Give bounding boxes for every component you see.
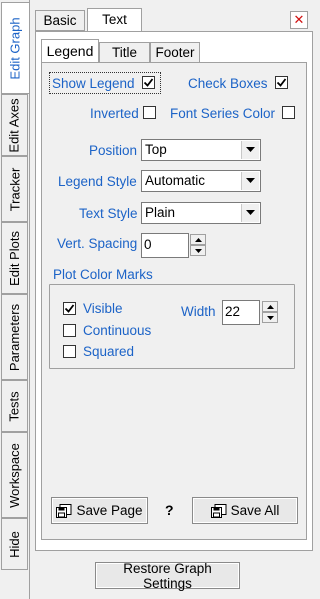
text-style-select[interactable]: Plain xyxy=(141,202,261,224)
tab-label: Hide xyxy=(7,530,22,558)
tab-edit-axes[interactable]: Edit Axes xyxy=(1,94,28,156)
squared-label: Squared xyxy=(83,344,135,359)
spin-down-icon[interactable] xyxy=(262,312,278,323)
tab-text-label: Text xyxy=(102,12,127,27)
tab-parameters[interactable]: Parameters xyxy=(1,294,28,380)
subtab-title[interactable]: Title xyxy=(99,42,150,63)
squared-checkbox[interactable] xyxy=(63,345,76,358)
save-page-button[interactable]: Save Page xyxy=(51,497,148,524)
tab-edit-graph[interactable]: Edit Graph xyxy=(1,2,30,94)
tab-edit-plots[interactable]: Edit Plots xyxy=(1,222,28,294)
tab-workspace[interactable]: Workspace xyxy=(1,432,28,518)
show-legend-checkbox[interactable] xyxy=(142,76,155,89)
continuous-checkbox[interactable] xyxy=(63,324,76,337)
close-icon[interactable]: ✕ xyxy=(290,11,308,29)
chevron-down-icon[interactable] xyxy=(241,172,259,190)
text-style-value: Plain xyxy=(145,205,176,220)
save-page-label: Save Page xyxy=(76,503,143,518)
subtab-legend[interactable]: Legend xyxy=(41,39,99,63)
font-series-color-label: Font Series Color xyxy=(170,106,276,121)
legend-style-value: Automatic xyxy=(145,173,206,188)
check-icon xyxy=(143,78,154,87)
position-label: Position xyxy=(89,143,138,158)
tab-label: Edit Graph xyxy=(8,16,23,80)
visible-label: Visible xyxy=(83,301,123,316)
position-value: Top xyxy=(145,142,167,157)
tab-hide[interactable]: Hide xyxy=(1,518,28,570)
width-spinner[interactable] xyxy=(262,301,278,323)
tab-label: Tracker xyxy=(7,167,23,211)
subtab-title-label: Title xyxy=(111,45,137,60)
spin-up-icon[interactable] xyxy=(190,234,206,245)
plot-color-marks-title: Plot Color Marks xyxy=(53,267,153,282)
tab-label: Tests xyxy=(7,390,22,422)
tab-text[interactable]: Text xyxy=(87,8,142,32)
save-all-icon xyxy=(210,503,227,518)
chevron-down-icon[interactable] xyxy=(241,141,259,159)
subtab-footer-label: Footer xyxy=(155,45,195,60)
show-legend-label: Show Legend xyxy=(52,76,135,91)
visible-checkbox[interactable] xyxy=(63,302,76,315)
chevron-down-icon[interactable] xyxy=(241,204,259,222)
spin-down-icon[interactable] xyxy=(190,245,206,256)
restore-label: Restore Graph Settings xyxy=(123,560,212,591)
subtab-footer[interactable]: Footer xyxy=(150,42,200,63)
vert-spacing-spinner[interactable] xyxy=(190,234,206,256)
legend-style-label: Legend Style xyxy=(58,174,137,189)
legend-style-select[interactable]: Automatic xyxy=(141,170,261,192)
tab-tracker[interactable]: Tracker xyxy=(1,156,28,222)
check-boxes-label: Check Boxes xyxy=(188,76,268,91)
tab-basic[interactable]: Basic xyxy=(35,10,85,31)
help-button[interactable]: ? xyxy=(165,502,174,518)
spin-up-icon[interactable] xyxy=(262,301,278,312)
position-select[interactable]: Top xyxy=(141,139,261,161)
inverted-checkbox[interactable] xyxy=(143,106,156,119)
save-all-button[interactable]: Save All xyxy=(192,497,298,524)
vert-spacing-input[interactable]: 0 xyxy=(141,233,189,258)
restore-graph-settings-button[interactable]: Restore Graph Settings xyxy=(95,560,240,591)
text-style-label: Text Style xyxy=(79,206,138,221)
inverted-label: Inverted xyxy=(90,106,139,121)
tab-basic-label: Basic xyxy=(43,13,77,28)
tab-label: Edit Axes xyxy=(7,97,23,153)
tab-label: Workspace xyxy=(7,442,23,508)
width-input[interactable]: 22 xyxy=(222,300,260,325)
vert-spacing-label: Vert. Spacing xyxy=(57,236,138,251)
check-icon xyxy=(64,304,75,313)
subtab-legend-label: Legend xyxy=(46,43,94,59)
continuous-label: Continuous xyxy=(83,323,152,338)
save-all-label: Save All xyxy=(230,503,280,518)
check-boxes-checkbox[interactable] xyxy=(275,76,288,89)
font-series-color-checkbox[interactable] xyxy=(282,106,295,119)
save-page-icon xyxy=(56,503,72,518)
tab-label: Edit Plots xyxy=(7,230,23,286)
tab-tests[interactable]: Tests xyxy=(1,380,28,432)
width-label: Width xyxy=(181,304,216,319)
check-icon xyxy=(276,78,287,87)
tab-label: Parameters xyxy=(7,303,23,371)
